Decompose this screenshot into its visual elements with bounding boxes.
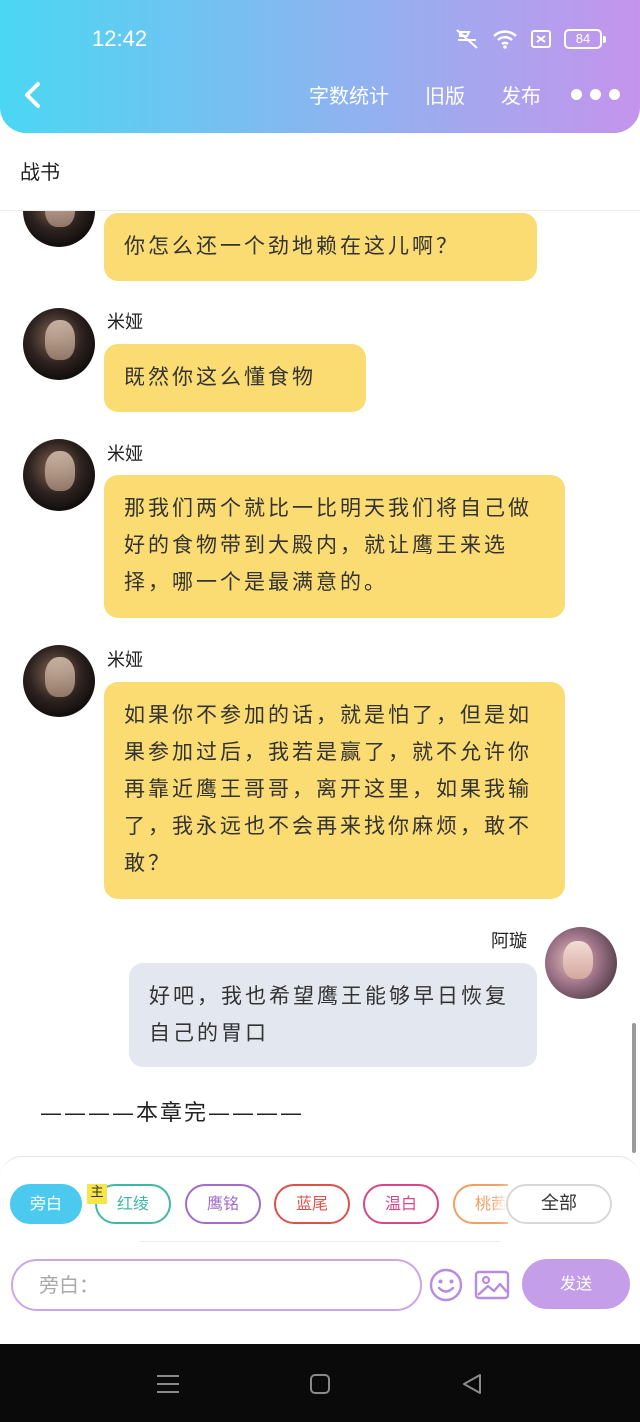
speaker-name: 米娅 — [107, 650, 143, 671]
wifi-icon — [493, 30, 517, 49]
avatar[interactable] — [23, 645, 95, 717]
message-bubble[interactable]: 你怎么还一个劲地赖在这儿啊？ — [104, 213, 537, 281]
avatar[interactable] — [23, 439, 95, 511]
image-icon — [474, 1270, 510, 1300]
speaker-name: 米娅 — [107, 444, 143, 465]
more-dot-icon — [571, 89, 582, 100]
battery-indicator: 84 — [564, 29, 606, 49]
status-time: 12:42 — [92, 26, 148, 51]
emoji-button[interactable] — [428, 1267, 464, 1303]
scrollbar[interactable] — [632, 1023, 636, 1153]
chip-narration[interactable]: 旁白 — [10, 1184, 82, 1224]
system-nav-bar — [0, 1344, 640, 1422]
message-bubble[interactable]: 好吧，我也希望鹰王能够早日恢复自己的胃口 — [129, 963, 537, 1067]
chat-area[interactable]: 你怎么还一个劲地赖在这儿啊？ 米娅 既然你这么懂食物 米娅 那我们两个就比一比明… — [0, 211, 640, 1156]
header-actions: 字数统计 旧版 发布 — [273, 80, 620, 109]
chip-character[interactable]: 桃茜 — [453, 1184, 508, 1224]
status-icons: 84 — [454, 28, 606, 50]
home-square-icon — [310, 1374, 330, 1394]
composer-panel: 旁白 红绫 鹰铭 蓝尾 温白 桃茜 主 全部 旁白： 发送 — [0, 1156, 640, 1344]
old-version-button[interactable]: 旧版 — [425, 80, 465, 109]
app-header: 12:42 84 字数统计 旧版 发布 — [0, 0, 640, 133]
more-dot-icon — [590, 89, 601, 100]
chip-character[interactable]: 蓝尾 — [274, 1184, 350, 1224]
home-button[interactable] — [309, 1372, 331, 1400]
divider — [140, 1241, 500, 1242]
all-characters-button[interactable]: 全部 — [506, 1184, 612, 1224]
send-button[interactable]: 发送 — [522, 1259, 630, 1309]
message-bubble[interactable]: 如果你不参加的话，就是怕了，但是如果参加过后，我若是赢了，就不允许你再靠近鹰王哥… — [104, 682, 565, 899]
avatar[interactable] — [23, 308, 95, 380]
chapter-end-marker: ————本章完———— — [40, 1101, 305, 1126]
message-bubble[interactable]: 既然你这么懂食物 — [104, 344, 366, 412]
main-character-tag: 主 — [87, 1184, 107, 1204]
more-dot-icon — [609, 89, 620, 100]
chip-character[interactable]: 鹰铭 — [185, 1184, 261, 1224]
image-button[interactable] — [474, 1267, 510, 1303]
publish-button[interactable]: 发布 — [501, 80, 541, 109]
recent-apps-button[interactable] — [156, 1372, 180, 1400]
emoji-icon — [429, 1268, 463, 1302]
chip-character[interactable]: 温白 — [363, 1184, 439, 1224]
no-sim-icon — [531, 30, 551, 48]
avatar[interactable] — [545, 927, 617, 999]
back-button[interactable] — [18, 78, 48, 112]
menu-icon — [157, 1375, 179, 1393]
chevron-left-icon — [25, 82, 40, 108]
speaker-name: 米娅 — [107, 312, 143, 333]
back-nav-button[interactable] — [461, 1372, 483, 1400]
document-title[interactable]: 战书 — [20, 156, 60, 185]
message-input[interactable]: 旁白： — [11, 1259, 422, 1311]
mute-icon — [456, 29, 478, 49]
avatar[interactable] — [23, 211, 95, 247]
word-count-button[interactable]: 字数统计 — [309, 80, 389, 109]
back-triangle-icon — [463, 1374, 481, 1394]
speaker-name: 阿璇 — [491, 931, 527, 952]
character-chips: 旁白 红绫 鹰铭 蓝尾 温白 桃茜 主 — [10, 1184, 508, 1230]
message-bubble[interactable]: 那我们两个就比一比明天我们将自己做好的食物带到大殿内，就让鹰王来选择，哪一个是最… — [104, 475, 565, 618]
more-options-button[interactable] — [571, 89, 620, 100]
